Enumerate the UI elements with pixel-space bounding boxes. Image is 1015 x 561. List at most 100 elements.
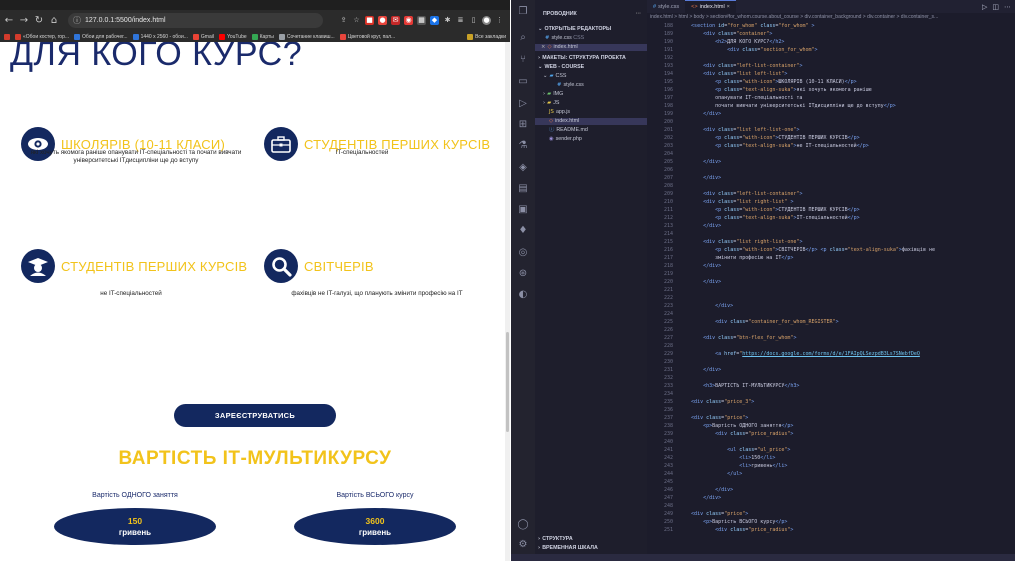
star-icon[interactable]: ☆ — [352, 16, 361, 25]
apps-icon[interactable] — [4, 33, 10, 40]
more-icon[interactable]: ⋯ — [1004, 3, 1011, 11]
code-line[interactable]: </div> — [679, 494, 1015, 502]
folder-item[interactable]: ⌄ ▰ CSS — [535, 73, 647, 80]
code-line[interactable]: </div> — [679, 278, 1015, 286]
close-icon[interactable]: × — [541, 44, 545, 51]
code-area[interactable]: 188 <section id="for_whom" class="for_wh… — [647, 22, 1015, 554]
structure-header[interactable]: › СТРУКТУРА — [535, 536, 647, 543]
code-line[interactable]: <div class="list left-list"> — [679, 70, 1015, 78]
code-line[interactable] — [679, 502, 1015, 510]
file-item[interactable]: ⓘ README.md — [535, 127, 647, 134]
code-line[interactable] — [679, 406, 1015, 414]
search-icon[interactable]: ⌕ — [516, 32, 530, 44]
code-line[interactable] — [679, 342, 1015, 350]
info-icon[interactable]: ⓘ — [73, 15, 81, 26]
reload-icon[interactable]: ↻ — [33, 15, 45, 27]
bookmark-item[interactable]: Gmail — [192, 33, 214, 40]
code-line[interactable]: <div class="btn-flex_for_whom"> — [679, 334, 1015, 342]
bookmark-item[interactable]: Сочетание клавиш... — [278, 33, 335, 40]
code-line[interactable]: <div class="price_radius"> — [679, 430, 1015, 438]
code-line[interactable]: </div> — [679, 222, 1015, 230]
extension-adblock-icon[interactable]: ● — [378, 16, 387, 25]
code-line[interactable]: <div class="price_radius"> — [679, 526, 1015, 534]
code-line[interactable]: <section id="for_whom" class="for_whom" … — [679, 22, 1015, 30]
live-share-icon[interactable]: ⊛ — [516, 268, 530, 280]
bookmark-item[interactable]: YouTube — [218, 33, 247, 40]
testing-icon[interactable]: ⚗ — [516, 140, 530, 152]
code-line[interactable]: </div> — [679, 262, 1015, 270]
drop-icon[interactable]: ♦ — [516, 225, 530, 237]
share-icon[interactable]: ⇪ — [339, 16, 348, 25]
code-line[interactable] — [679, 390, 1015, 398]
tab-index-html[interactable]: <> index.html × — [685, 0, 736, 13]
open-editor-item[interactable]: × ◇ index.html — [535, 44, 647, 51]
code-line[interactable] — [679, 358, 1015, 366]
more-icon[interactable]: ··· — [636, 11, 641, 18]
code-line[interactable]: <p>Вартість ОДНОГО заняття</p> — [679, 422, 1015, 430]
code-line[interactable]: <p class="text-align-suka">IT-спеціально… — [679, 214, 1015, 222]
code-line[interactable] — [679, 230, 1015, 238]
code-line[interactable]: <div class="list right-list-one"> — [679, 238, 1015, 246]
code-line[interactable] — [679, 326, 1015, 334]
code-line[interactable] — [679, 270, 1015, 278]
code-line[interactable] — [679, 478, 1015, 486]
docker-icon[interactable]: ◈ — [516, 162, 530, 174]
profile-avatar[interactable]: ● — [482, 16, 491, 25]
all-bookmarks-button[interactable]: Все закладки — [467, 33, 506, 40]
code-line[interactable]: <h3>ВАРТІСТЬ ІТ-МУЛЬТИКУРСУ</h3> — [679, 382, 1015, 390]
chat-icon[interactable]: ▤ — [516, 183, 530, 195]
bookmark-item[interactable]: Карты — [251, 33, 274, 40]
bookmark-item[interactable]: Цветовой круг, пал... — [339, 33, 395, 40]
home-icon[interactable]: ⌂ — [48, 15, 60, 27]
code-line[interactable] — [679, 294, 1015, 302]
folder-item[interactable]: › ▰ IMG — [535, 91, 647, 98]
code-line[interactable]: <ul class="ul_price"> — [679, 446, 1015, 454]
code-line[interactable]: опанувати IT-спеціальності та — [679, 94, 1015, 102]
code-line[interactable]: <div class="container"> — [679, 30, 1015, 38]
puzzle-icon[interactable]: ✱ — [443, 16, 452, 25]
github-icon[interactable]: ◐ — [516, 289, 530, 301]
code-line[interactable] — [679, 310, 1015, 318]
source-control-icon[interactable]: ⑂ — [516, 54, 530, 66]
code-line[interactable]: <div class="price_3"> — [679, 398, 1015, 406]
code-line[interactable]: <p class="text-align-suka">які хочуть як… — [679, 86, 1015, 94]
extension-blue-icon[interactable]: ◆ — [430, 16, 439, 25]
code-line[interactable]: </div> — [679, 366, 1015, 374]
extension-camera-icon[interactable]: ◉ — [404, 16, 413, 25]
open-editor-item[interactable]: # style.css CSS — [535, 35, 647, 42]
code-line[interactable]: <li>150</li> — [679, 454, 1015, 462]
split-editor-icon[interactable]: ◫ — [992, 3, 999, 11]
code-line[interactable]: </div> — [679, 110, 1015, 118]
outline-header[interactable]: › МАКЕТЫ: СТРУКТУРА ПРОЕКТА — [535, 55, 647, 62]
file-item[interactable]: # style.css — [535, 82, 647, 89]
extension-grid-icon[interactable]: ▦ — [417, 16, 426, 25]
code-line[interactable] — [679, 118, 1015, 126]
code-line[interactable] — [679, 54, 1015, 62]
code-line[interactable]: <p>Вартість ВСЬОГО курсу</p> — [679, 518, 1015, 526]
explorer-icon[interactable]: ❐ — [516, 6, 530, 18]
open-editors-header[interactable]: ⌄ ОТКРЫТЫЕ РЕДАКТОРЫ — [535, 26, 647, 33]
file-item[interactable]: ◇ index.html — [535, 118, 647, 125]
code-line[interactable] — [679, 438, 1015, 446]
code-line[interactable]: <div class="price"> — [679, 414, 1015, 422]
code-line[interactable]: <div class="container_for_whom_REGISTER"… — [679, 318, 1015, 326]
register-button[interactable]: ЗАРЕЄСТРУВАТИСЬ — [174, 404, 336, 427]
forward-icon[interactable]: → — [18, 15, 30, 27]
extension-red-icon[interactable]: ■ — [365, 16, 374, 25]
code-line[interactable]: <h2>ДЛЯ КОГО КУРС?</h2> — [679, 38, 1015, 46]
code-line[interactable]: <div class="list right-list" > — [679, 198, 1015, 206]
code-line[interactable]: </div> — [679, 158, 1015, 166]
code-line[interactable] — [679, 150, 1015, 158]
remote-icon[interactable]: ▭ — [516, 76, 530, 88]
close-icon[interactable]: × — [727, 4, 730, 10]
code-line[interactable]: <div class="left-list-container"> — [679, 62, 1015, 70]
account-icon[interactable]: ◯ — [516, 519, 530, 531]
settings-gear-icon[interactable]: ⚙ — [516, 539, 530, 551]
menu-icon[interactable]: ⋮ — [495, 16, 504, 25]
code-line[interactable] — [679, 374, 1015, 382]
code-line[interactable]: <div class="price"> — [679, 510, 1015, 518]
page-scrollbar[interactable] — [505, 42, 510, 561]
playlist-icon[interactable]: ≣ — [456, 16, 465, 25]
code-line[interactable]: змінити професію на IT</p> — [679, 254, 1015, 262]
code-line[interactable]: <p class="with-icon">ШКОЛЯРІВ (10-11 КЛА… — [679, 78, 1015, 86]
